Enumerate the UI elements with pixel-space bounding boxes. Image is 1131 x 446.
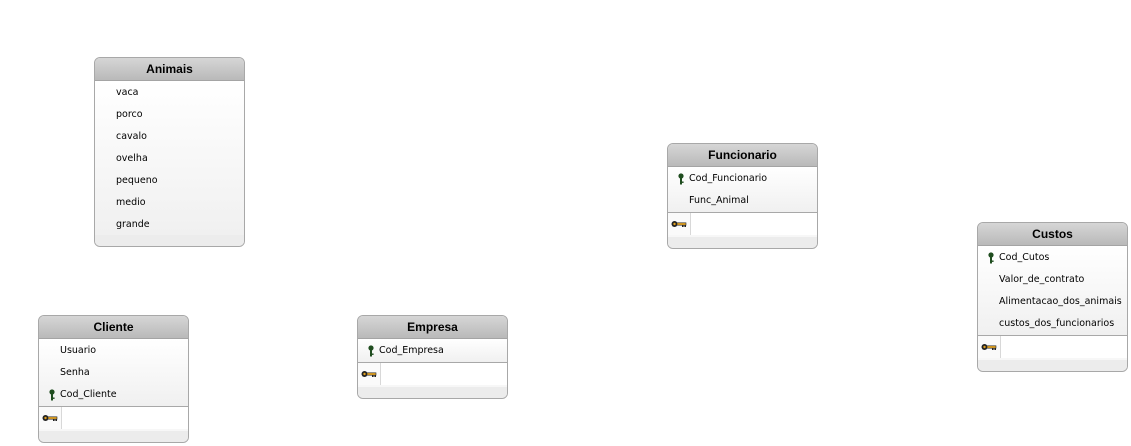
attribute-row[interactable]: Cod_Cliente xyxy=(39,384,188,406)
index-cell xyxy=(978,336,1001,358)
attribute-row[interactable]: ovelha xyxy=(95,148,244,170)
entity-attributes: Cod_Funcionario Func_Animal xyxy=(668,167,817,212)
attribute-name: Func_Animal xyxy=(689,195,749,206)
attribute-row[interactable]: pequeno xyxy=(95,170,244,192)
primary-key-icon xyxy=(49,389,55,401)
attribute-row[interactable]: Func_Animal xyxy=(668,190,817,212)
attribute-row[interactable]: Senha xyxy=(39,362,188,384)
entity-attributes: Cod_Cutos Valor_de_contrato Alimentacao_… xyxy=(978,246,1127,335)
primary-key-icon xyxy=(988,252,994,264)
entity-empresa[interactable]: Empresa Cod_Empresa xyxy=(357,315,508,399)
primary-key-icon xyxy=(368,345,374,357)
entity-title: Custos xyxy=(978,223,1127,246)
attribute-name: Usuario xyxy=(60,345,97,356)
entity-attributes: Usuario Senha Cod_Cliente xyxy=(39,339,188,406)
entity-animais[interactable]: Animais vaca porco cavalo ovelha pequeno… xyxy=(94,57,245,247)
index-row[interactable] xyxy=(39,406,188,429)
attribute-name: porco xyxy=(116,109,143,120)
primary-key-icon xyxy=(678,173,684,185)
index-cell xyxy=(39,407,62,429)
attribute-row[interactable]: medio xyxy=(95,192,244,214)
entity-title: Funcionario xyxy=(668,144,817,167)
entity-title: Cliente xyxy=(39,316,188,339)
index-cell xyxy=(358,363,381,385)
attribute-name: medio xyxy=(116,197,146,208)
entity-footer xyxy=(358,387,507,398)
entity-title: Empresa xyxy=(358,316,507,339)
entity-footer xyxy=(95,235,244,246)
attribute-row[interactable]: Cod_Cutos xyxy=(978,247,1127,269)
entity-footer xyxy=(668,237,817,248)
attribute-row[interactable]: Usuario xyxy=(39,340,188,362)
entity-attributes: vaca porco cavalo ovelha pequeno medio g… xyxy=(95,81,244,236)
attribute-name: cavalo xyxy=(116,131,147,142)
attribute-row[interactable]: cavalo xyxy=(95,126,244,148)
index-key-icon xyxy=(981,344,997,350)
attribute-name: Cod_Empresa xyxy=(379,345,444,356)
index-key-icon xyxy=(42,415,58,421)
index-row[interactable] xyxy=(358,362,507,385)
attribute-name: pequeno xyxy=(116,175,158,186)
attribute-name: vaca xyxy=(116,87,139,98)
attribute-name: ovelha xyxy=(116,153,148,164)
attribute-name: custos_dos_funcionarios xyxy=(999,318,1115,329)
attribute-row[interactable]: Alimentacao_dos_animais xyxy=(978,291,1127,313)
entity-footer xyxy=(978,360,1127,371)
index-key-icon xyxy=(671,221,687,227)
attribute-name: grande xyxy=(116,219,150,230)
attribute-name: Alimentacao_dos_animais xyxy=(999,296,1122,307)
attribute-name: Cod_Cliente xyxy=(60,389,117,400)
index-row[interactable] xyxy=(668,212,817,235)
attribute-row[interactable]: custos_dos_funcionarios xyxy=(978,313,1127,335)
attribute-row[interactable]: vaca xyxy=(95,82,244,104)
entity-funcionario[interactable]: Funcionario Cod_Funcionario Func_Animal xyxy=(667,143,818,249)
attribute-name: Cod_Funcionario xyxy=(689,173,768,184)
attribute-row[interactable]: Cod_Funcionario xyxy=(668,168,817,190)
entity-attributes: Cod_Empresa xyxy=(358,339,507,362)
attribute-name: Valor_de_contrato xyxy=(999,274,1085,285)
entity-footer xyxy=(39,431,188,442)
attribute-name: Cod_Cutos xyxy=(999,252,1050,263)
entity-custos[interactable]: Custos Cod_Cutos Valor_de_contrato Alime… xyxy=(977,222,1128,372)
index-key-icon xyxy=(361,371,377,377)
attribute-row[interactable]: porco xyxy=(95,104,244,126)
attribute-row[interactable]: grande xyxy=(95,214,244,236)
index-row[interactable] xyxy=(978,335,1127,358)
attribute-row[interactable]: Cod_Empresa xyxy=(358,340,507,362)
attribute-row[interactable]: Valor_de_contrato xyxy=(978,269,1127,291)
index-cell xyxy=(668,213,691,235)
entity-title: Animais xyxy=(95,58,244,81)
attribute-name: Senha xyxy=(60,367,90,378)
entity-cliente[interactable]: Cliente Usuario Senha Cod_Cliente xyxy=(38,315,189,443)
